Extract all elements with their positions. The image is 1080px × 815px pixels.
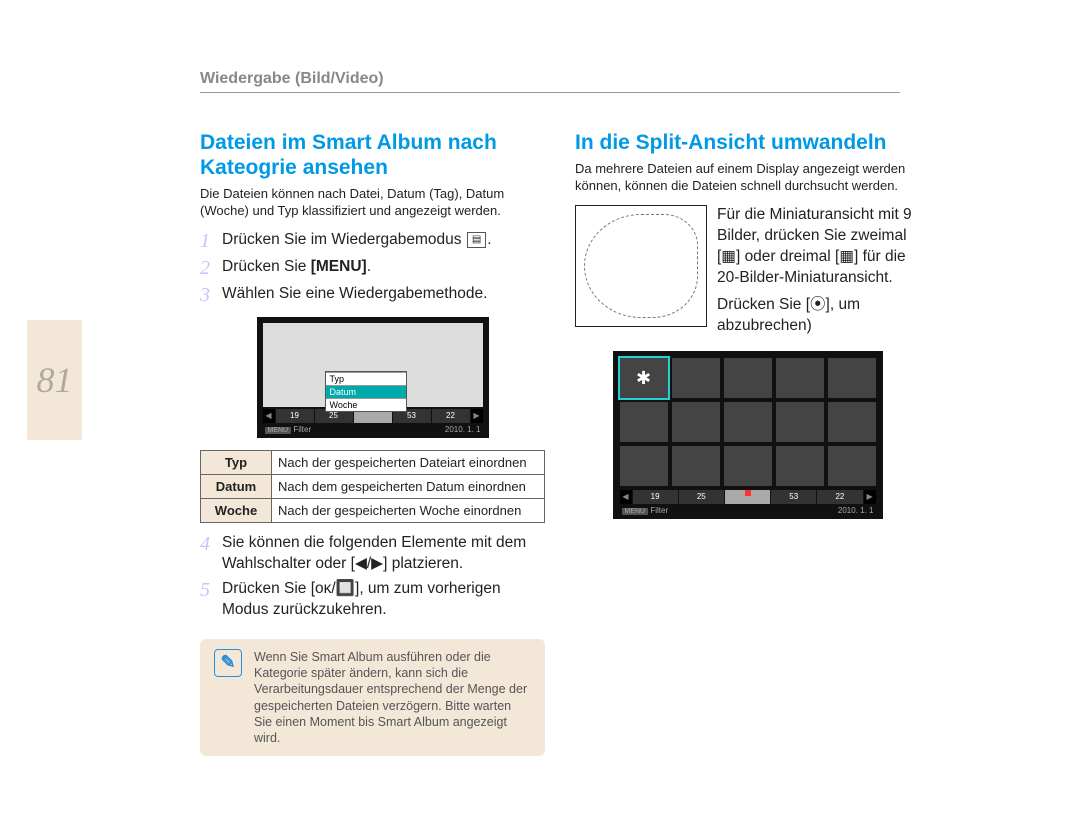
thumb [672, 446, 720, 486]
thumb [776, 358, 824, 398]
page-number-tab: 81 [27, 320, 82, 440]
step-text-4: Sie können die folgenden Elemente mit de… [222, 533, 545, 575]
screen-date: 2010. 1. 1 [445, 425, 481, 434]
table-row: TypNach der gespeicherten Dateiart einor… [201, 451, 545, 475]
thumb [672, 358, 720, 398]
step-text-1: Drücken Sie im Wiedergabemodus ▤. [222, 230, 492, 251]
left-column: Dateien im Smart Album nach Kateogrie an… [200, 130, 545, 756]
thumb [620, 402, 668, 442]
thumb [828, 358, 876, 398]
dropdown-option: Typ [326, 372, 406, 385]
step-text-2: Drücken Sie [MENU]. [222, 257, 371, 278]
content-grid: Dateien im Smart Album nach Kateogrie an… [200, 130, 920, 756]
step-text-3: Wählen Sie eine Wiedergabemethode. [222, 284, 487, 305]
thumbnail-grid-preview: ✱ ◀ 19 2 [613, 351, 883, 519]
note-text: Wenn Sie Smart Album ausführen oder die … [254, 649, 531, 747]
breadcrumb: Wiedergabe (Bild/Video) [200, 70, 900, 93]
intro-right: Da mehrere Dateien auf einem Display ang… [575, 161, 920, 195]
thumb [776, 402, 824, 442]
thumb [724, 402, 772, 442]
filter-dropdown: Typ Datum Woche [325, 371, 407, 412]
thumb [828, 446, 876, 486]
table-row: DatumNach dem gespeicherten Datum einord… [201, 475, 545, 499]
thumb [776, 446, 824, 486]
thumb [620, 446, 668, 486]
camera-screen-preview: Typ Datum Woche ◀ 19 25 53 22 ▶ MENU Fil… [257, 317, 489, 438]
camera-lineart-figure [575, 205, 707, 327]
page-number: 81 [37, 359, 73, 401]
step-number: 3 [200, 284, 222, 307]
thumb [724, 446, 772, 486]
step-number: 5 [200, 579, 222, 602]
timeline-strip: ◀ 19 25 53 22 ▶ [620, 490, 876, 504]
menu-chip: MENU [622, 508, 649, 515]
grid-icon: ▤ [467, 232, 486, 248]
thumb [672, 402, 720, 442]
section-heading-left: Dateien im Smart Album nach Kateogrie an… [200, 130, 545, 180]
intro-left: Die Dateien können nach Datei, Datum (Ta… [200, 186, 545, 220]
info-icon: ✎ [214, 649, 242, 677]
step-number: 1 [200, 230, 222, 253]
section-heading-right: In die Split-Ansicht umwandeln [575, 130, 920, 155]
info-note: ✎ Wenn Sie Smart Album ausführen oder di… [200, 639, 545, 757]
step-number: 2 [200, 257, 222, 280]
thumb [828, 402, 876, 442]
dropdown-option-selected: Datum [326, 385, 406, 398]
steps-list: 1 Drücken Sie im Wiedergabemodus ▤. 2 Dr… [200, 230, 545, 307]
step-text-5: Drücken Sie [ᴏᴋ/🔲], um zum vorherigen Mo… [222, 579, 545, 621]
screen-date: 2010. 1. 1 [838, 506, 874, 515]
menu-chip: MENU [265, 427, 292, 434]
table-row: WocheNach der gespeicherten Woche einord… [201, 499, 545, 523]
definition-table: TypNach der gespeicherten Dateiart einor… [200, 450, 545, 523]
dropdown-option: Woche [326, 398, 406, 411]
thumb [724, 358, 772, 398]
right-column: In die Split-Ansicht umwandeln Da mehrer… [575, 130, 920, 756]
thumb-selected: ✱ [620, 358, 668, 398]
step-number: 4 [200, 533, 222, 556]
